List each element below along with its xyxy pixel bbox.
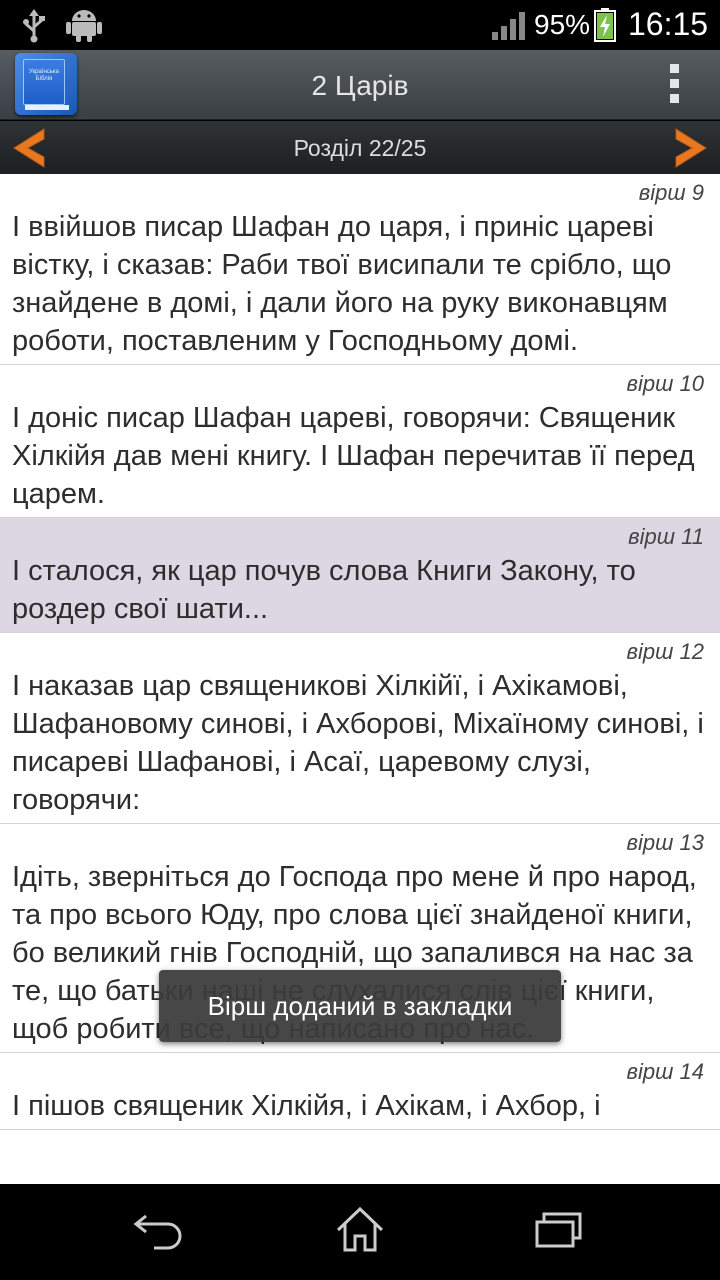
back-icon[interactable] bbox=[130, 1210, 186, 1255]
verse-item-bookmarked[interactable]: вірш 11 І сталося, як цар почув слова Кн… bbox=[0, 518, 720, 633]
recents-icon[interactable] bbox=[534, 1212, 584, 1253]
bookmark-toast: Вірш доданий в закладки bbox=[159, 970, 561, 1042]
verse-text: І наказав цар священикові Хілкійї, і Ахі… bbox=[12, 670, 704, 816]
clock: 16:15 bbox=[628, 6, 709, 42]
verse-item[interactable]: вірш 10 І доніс писар Шафан цареві, гово… bbox=[0, 365, 720, 518]
chapter-label: Розділ 22/25 bbox=[293, 135, 427, 161]
verse-number: вірш 9 bbox=[638, 180, 704, 205]
verse-item[interactable]: вірш 14 І пішов священик Хілкійя, і Ахік… bbox=[0, 1053, 720, 1130]
verse-number: вірш 12 bbox=[626, 639, 704, 664]
overflow-menu-icon[interactable] bbox=[664, 64, 684, 108]
home-icon[interactable] bbox=[334, 1206, 386, 1257]
battery-charging-icon bbox=[594, 8, 616, 47]
verse-text: І доніс писар Шафан цареві, говорячи: Св… bbox=[12, 402, 695, 510]
book-title: 2 Царів bbox=[311, 70, 409, 101]
chevron-right-icon[interactable] bbox=[668, 127, 712, 169]
signal-icon bbox=[492, 12, 526, 45]
verse-item[interactable]: вірш 9 І ввійшов писар Шафан до царя, і … bbox=[0, 174, 720, 365]
chapter-nav: Розділ 22/25 bbox=[0, 121, 720, 174]
verse-number: вірш 10 bbox=[626, 371, 704, 396]
battery-percent: 95% bbox=[534, 9, 591, 40]
verse-text: І ввійшов писар Шафан до царя, і приніс … bbox=[12, 211, 672, 357]
book-pages bbox=[25, 105, 69, 110]
verse-item[interactable]: вірш 12 І наказав цар священикові Хілкій… bbox=[0, 633, 720, 824]
system-nav-bar bbox=[0, 1184, 720, 1280]
verse-text: І пішов священик Хілкійя, і Ахікам, і Ах… bbox=[12, 1090, 601, 1122]
verse-number: вірш 13 bbox=[626, 830, 704, 855]
status-bar: 95% 16:15 bbox=[0, 0, 720, 50]
verse-text: І сталося, як цар почув слова Книги Зако… bbox=[12, 555, 636, 625]
android-debug-icon bbox=[66, 8, 102, 47]
action-bar: Українська Біблія 2 Царів bbox=[0, 50, 720, 120]
verse-number: вірш 14 bbox=[626, 1059, 704, 1084]
usb-icon bbox=[22, 9, 46, 48]
verse-number: вірш 11 bbox=[628, 524, 704, 549]
